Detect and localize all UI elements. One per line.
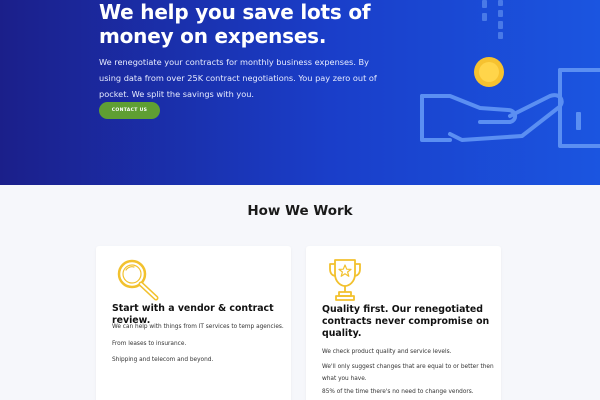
trophy-icon (329, 259, 361, 301)
card-title: Quality first. Our renegotiated contract… (322, 304, 490, 339)
how-we-work-title: How We Work (247, 203, 353, 219)
hero-banner: We help you save lots of money on expens… (0, 0, 600, 185)
hero-description: We renegotiate your contracts for monthl… (99, 57, 377, 99)
card-text-line: 85% of the time there's no need to chang… (322, 389, 474, 395)
card-text-line: We check product quality and service lev… (322, 349, 452, 355)
card-text-line: We can help with things from IT services… (112, 324, 284, 330)
hero-title: We help you save lots of money on expens… (99, 0, 371, 48)
magnifying-glass-icon (117, 259, 159, 301)
card-text-line: From leases to insurance. (112, 341, 187, 347)
card-text-line: Shipping and telecom and beyond. (112, 357, 214, 363)
contact-us-button[interactable]: CONTACT US (99, 102, 160, 119)
hand-holding-coin-icon (420, 0, 600, 148)
card-text-line: We'll only suggest changes that are equa… (322, 364, 494, 382)
quality-first-card: Quality first. Our renegotiated contract… (306, 246, 501, 400)
vendor-review-card: Start with a vendor & contract review. W… (96, 246, 291, 400)
